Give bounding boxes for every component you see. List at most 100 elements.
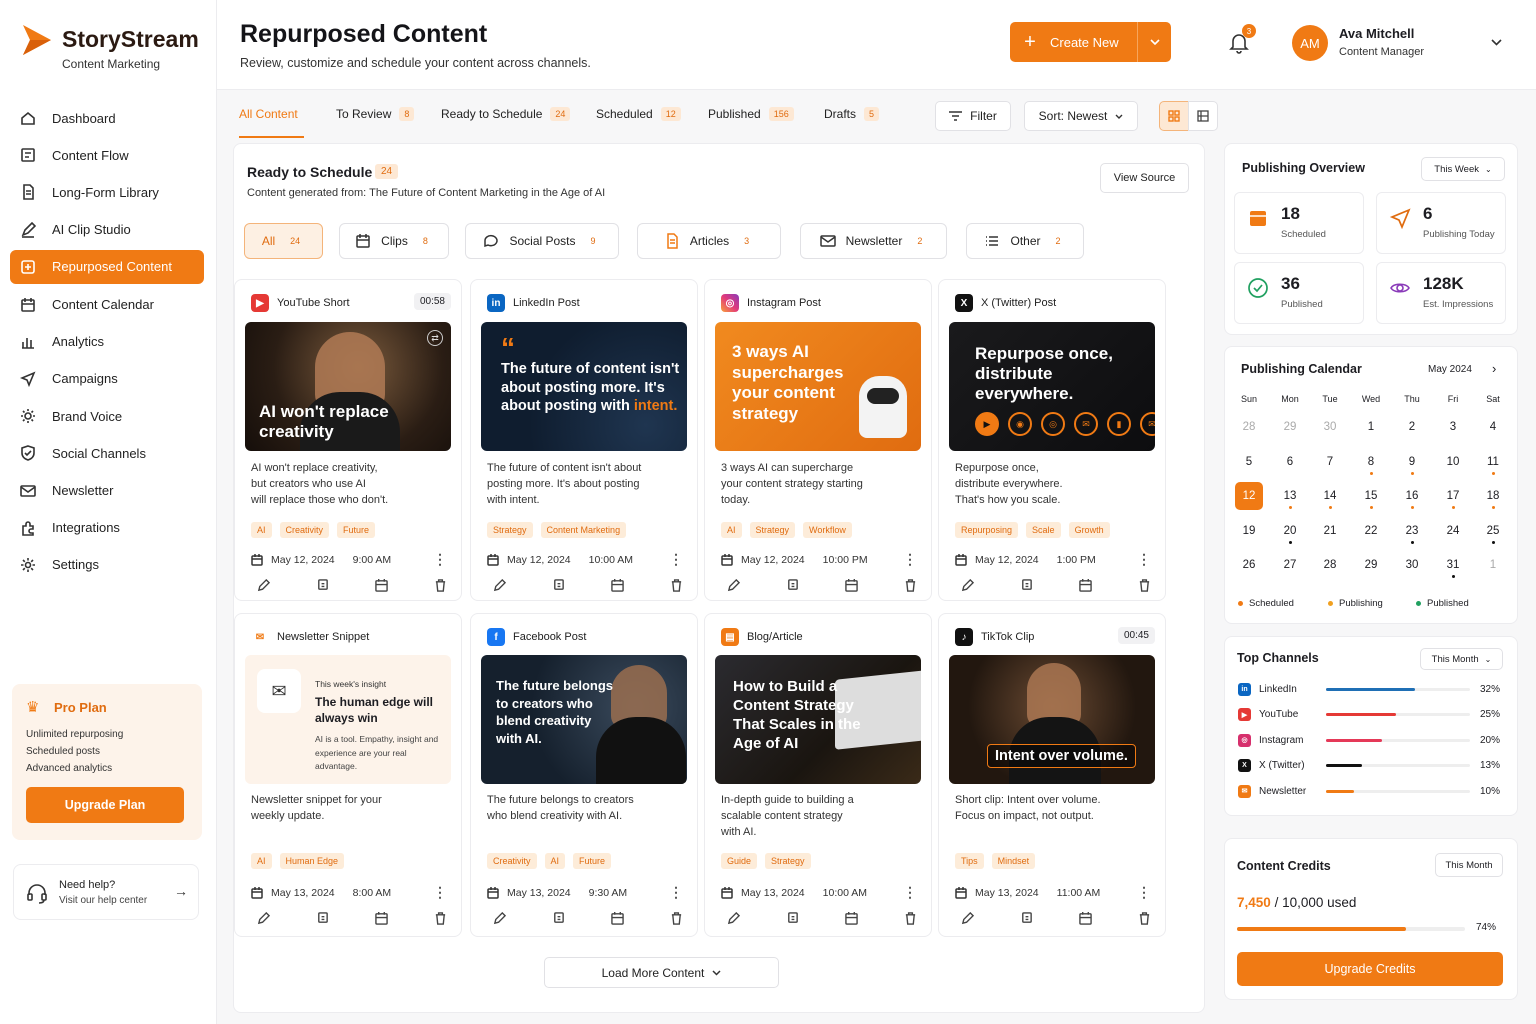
calendar-day[interactable]: 31	[1438, 559, 1468, 578]
tag[interactable]: Scale	[1026, 522, 1061, 538]
delete-icon[interactable]	[904, 579, 917, 592]
schedule-icon[interactable]	[845, 579, 858, 592]
tag[interactable]: Mindset	[991, 853, 1036, 869]
sidebar-item-ai-clip-studio[interactable]: AI Clip Studio	[10, 213, 204, 247]
sidebar-item-brand-voice[interactable]: Brand Voice	[10, 399, 204, 433]
sidebar-item-campaigns[interactable]: Campaigns	[10, 362, 204, 396]
content-card-x-twitter-post[interactable]: X X (Twitter) Post Repurpose once, distrib…	[938, 279, 1166, 601]
tag[interactable]: Human Edge	[279, 853, 345, 869]
calendar-day[interactable]: 9	[1397, 456, 1427, 475]
list-view-icon[interactable]	[1188, 101, 1218, 131]
filter-chip-articles[interactable]: Articles 3	[637, 223, 781, 259]
duplicate-icon[interactable]	[552, 912, 565, 925]
sidebar-item-content-calendar[interactable]: Content Calendar	[10, 288, 204, 322]
tag[interactable]: Growth	[1068, 522, 1110, 538]
calendar-day[interactable]: 15	[1356, 490, 1386, 509]
sidebar-item-social-channels[interactable]: Social Channels	[10, 436, 204, 470]
tag[interactable]: AI	[251, 522, 272, 538]
edit-icon[interactable]	[257, 579, 270, 592]
tag[interactable]: Strategy	[487, 522, 533, 538]
calendar-day[interactable]: 1	[1478, 559, 1508, 571]
edit-icon[interactable]	[961, 912, 974, 925]
calendar-day[interactable]: 11	[1478, 456, 1508, 475]
calendar-day[interactable]: 29	[1275, 421, 1305, 433]
calendar-day[interactable]: 30	[1397, 559, 1427, 571]
more-options-icon[interactable]: ⋮	[1137, 885, 1151, 899]
edit-icon[interactable]	[493, 579, 506, 592]
content-card-linkedin-post[interactable]: in LinkedIn Post “The future of content is…	[470, 279, 698, 601]
sidebar-item-analytics[interactable]: Analytics	[10, 325, 204, 359]
calendar-day[interactable]: 20	[1275, 525, 1305, 544]
duplicate-icon[interactable]	[552, 579, 565, 592]
schedule-icon[interactable]	[611, 579, 624, 592]
user-menu-chevron-icon[interactable]	[1491, 39, 1502, 46]
delete-icon[interactable]	[670, 912, 683, 925]
overview-range-select[interactable]: This Week ⌄	[1421, 157, 1505, 181]
card-thumbnail[interactable]: 3 ways AI supercharges your content stra…	[715, 322, 921, 451]
calendar-day[interactable]: 17	[1438, 490, 1468, 509]
filter-chip-clips[interactable]: Clips 8	[339, 223, 449, 259]
sidebar-item-content-flow[interactable]: Content Flow	[10, 138, 204, 172]
calendar-day[interactable]: 6	[1275, 456, 1305, 468]
content-card-tiktok-clip[interactable]: ♪ TikTok Clip 00:45 Intent over volume. Shor…	[938, 613, 1166, 937]
more-options-icon[interactable]: ⋮	[433, 552, 447, 566]
more-options-icon[interactable]: ⋮	[903, 552, 917, 566]
filter-chip-all[interactable]: All 24	[244, 223, 323, 259]
content-card-blog-article[interactable]: ▤ Blog/Article How to Build a Content Stra…	[704, 613, 932, 937]
sidebar-item-integrations[interactable]: Integrations	[10, 511, 204, 545]
calendar-day[interactable]: 27	[1275, 559, 1305, 571]
content-card-youtube-short[interactable]: ▶ YouTube Short 00:58 ⇄ AI won't replace cre…	[234, 279, 462, 601]
sidebar-item-repurposed-content[interactable]: Repurposed Content	[10, 249, 204, 284]
tag[interactable]: Future	[337, 522, 376, 538]
tag[interactable]: AI	[251, 853, 272, 869]
tag[interactable]: AI	[544, 853, 566, 869]
tag[interactable]: Strategy	[749, 522, 796, 538]
tag[interactable]: Future	[573, 853, 612, 869]
tag[interactable]: Creativity	[487, 853, 537, 869]
avatar[interactable]: AM	[1292, 25, 1328, 61]
calendar-day[interactable]: 2	[1397, 421, 1427, 433]
tag[interactable]: Content Marketing	[540, 522, 627, 538]
filter-chip-social-posts[interactable]: Social Posts 9	[465, 223, 619, 259]
duplicate-icon[interactable]	[316, 912, 329, 925]
chevron-right-icon[interactable]: ›	[1492, 361, 1496, 376]
calendar-day[interactable]: 3	[1438, 421, 1468, 433]
calendar-day[interactable]: 26	[1234, 559, 1264, 571]
duplicate-icon[interactable]	[1020, 579, 1033, 592]
more-options-icon[interactable]: ⋮	[669, 552, 683, 566]
more-options-icon[interactable]: ⋮	[903, 885, 917, 899]
filter-chip-other[interactable]: Other 2	[966, 223, 1084, 259]
calendar-day[interactable]: 8	[1356, 456, 1386, 475]
card-thumbnail[interactable]: The future belongs to creators who blend…	[481, 655, 687, 784]
tab-drafts[interactable]: Drafts 5	[824, 107, 880, 121]
chevron-down-icon[interactable]	[1137, 22, 1171, 62]
delete-icon[interactable]	[1138, 579, 1151, 592]
schedule-icon[interactable]	[375, 579, 388, 592]
tag[interactable]: Tips	[955, 853, 984, 869]
tab-published[interactable]: Published 156	[708, 107, 794, 121]
tab-to-review[interactable]: To Review 8	[336, 107, 415, 121]
calendar-day[interactable]: 7	[1315, 456, 1345, 468]
duplicate-icon[interactable]	[786, 912, 799, 925]
calendar-day[interactable]: 13	[1275, 490, 1305, 509]
sidebar-item-long-form-library[interactable]: Long-Form Library	[10, 175, 204, 209]
channels-range-select[interactable]: This Month ⌄	[1420, 648, 1503, 670]
calendar-day[interactable]: 1	[1356, 421, 1386, 433]
filter-chip-newsletter[interactable]: Newsletter 2	[800, 223, 947, 259]
calendar-day[interactable]: 22	[1356, 525, 1386, 537]
calendar-day[interactable]: 4	[1478, 421, 1508, 433]
calendar-day[interactable]: 28	[1315, 559, 1345, 571]
more-options-icon[interactable]: ⋮	[669, 885, 683, 899]
schedule-icon[interactable]	[375, 912, 388, 925]
credits-range-select[interactable]: This Month	[1435, 853, 1503, 877]
duplicate-icon[interactable]	[786, 579, 799, 592]
delete-icon[interactable]	[434, 579, 447, 592]
schedule-icon[interactable]	[1079, 579, 1092, 592]
delete-icon[interactable]	[434, 912, 447, 925]
calendar-day[interactable]: 16	[1397, 490, 1427, 509]
upgrade-plan-button[interactable]: Upgrade Plan	[26, 787, 184, 823]
content-card-facebook-post[interactable]: f Facebook Post The future belongs to crea…	[470, 613, 698, 937]
upgrade-credits-button[interactable]: Upgrade Credits	[1237, 952, 1503, 986]
delete-icon[interactable]	[904, 912, 917, 925]
sidebar-item-newsletter[interactable]: Newsletter	[10, 474, 204, 508]
